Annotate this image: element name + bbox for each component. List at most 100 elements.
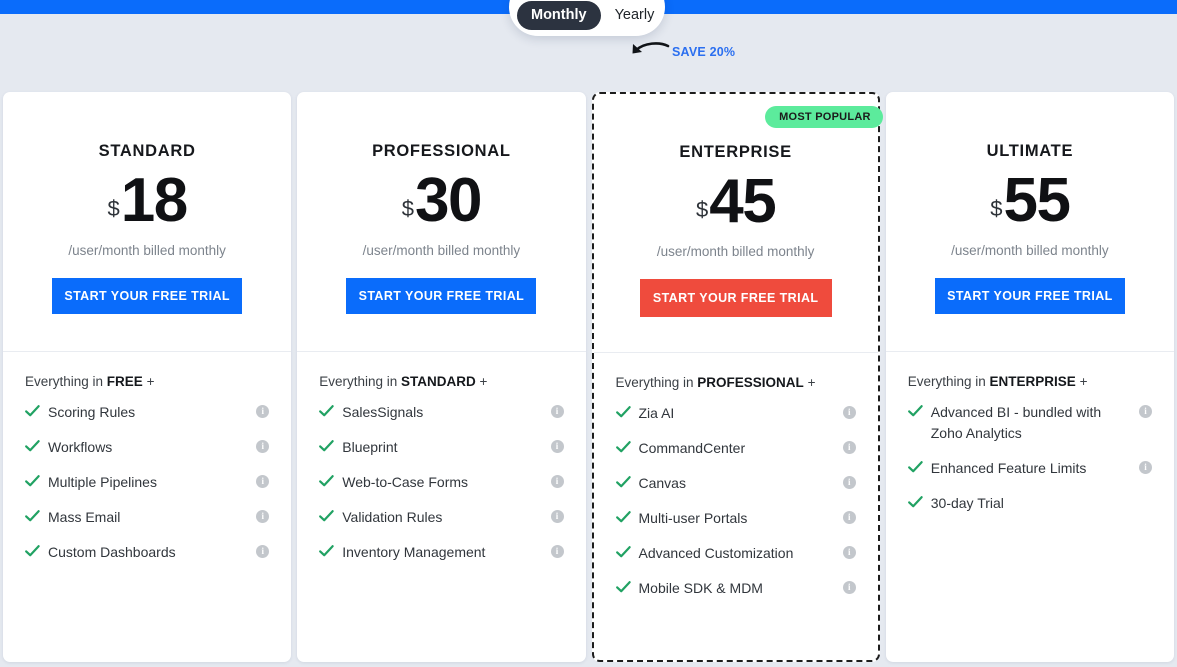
inherits-plan-name: PROFESSIONAL [697,375,804,390]
info-icon[interactable]: i [256,510,270,523]
feature-item: Mobile SDK & MDM i [615,578,856,599]
info-icon[interactable]: i [842,511,856,524]
feature-item: Blueprint i [319,437,564,458]
check-icon [25,474,40,492]
check-icon [25,509,40,527]
plan-slot: PROFESSIONAL $30/user/month billed monthl… [294,92,588,667]
pricing-plans-grid: STANDARD $18/user/month billed monthly STA… [0,92,1177,667]
feature-label: Blueprint [342,439,398,455]
billing-period-toggle[interactable]: Monthly Yearly [509,0,665,36]
info-icon[interactable]: i [842,546,856,559]
info-icon[interactable]: i [550,475,564,488]
feature-label: CommandCenter [638,440,746,456]
plan-title: PROFESSIONAL [372,142,511,160]
price-amount: 45 [709,166,776,236]
toggle-option-monthly[interactable]: Monthly [517,1,601,30]
pricing-card-enterprise: MOST POPULAR ENTERPRISE $45/user/month bil… [591,92,883,662]
inherits-suffix: + [475,374,488,389]
plan-header: ENTERPRISE $45/user/month billed monthly S… [593,94,878,353]
inherits-prefix: Everything in [319,374,402,389]
feature-label: Inventory Management [342,544,486,560]
check-icon [25,544,40,562]
feature-item: Mass Email i [25,507,270,528]
plan-features: Everything in STANDARD + SalesSignals i Blu… [297,352,585,662]
check-icon [319,439,334,457]
check-icon [615,475,631,493]
info-icon[interactable]: i [842,441,856,454]
feature-label: Multi-user Portals [638,510,748,526]
start-free-trial-button[interactable]: START YOUR FREE TRIAL [346,278,537,314]
billing-note: /user/month billed monthly [362,243,521,258]
plan-slot: STANDARD $18/user/month billed monthly STA… [0,92,294,667]
feature-item: Advanced BI - bundled with Zoho Analytic… [907,402,1152,444]
feature-label: 30-day Trial [930,495,1004,511]
info-icon[interactable]: i [842,476,856,489]
feature-item: Workflows i [25,437,270,458]
check-icon [25,404,40,422]
pricing-card-professional: PROFESSIONAL $30/user/month billed monthl… [297,92,586,662]
feature-label: Canvas [638,475,686,491]
feature-label: Advanced BI - bundled with Zoho Analytic… [930,404,1102,441]
check-icon [615,545,631,563]
plan-slot: ULTIMATE $55/user/month billed monthly STA… [883,92,1177,667]
feature-item: Multiple Pipelines i [25,472,270,493]
check-icon [615,405,631,423]
plan-features: Everything in PROFESSIONAL + Zia AI i Comma… [594,353,878,660]
start-free-trial-button[interactable]: START YOUR FREE TRIAL [934,278,1125,314]
feature-item: SalesSignals i [319,402,564,423]
info-icon[interactable]: i [1139,405,1152,418]
info-icon[interactable]: i [550,545,564,558]
info-icon[interactable]: i [256,545,270,558]
feature-label: Web-to-Case Forms [342,474,469,490]
info-icon[interactable]: i [256,405,270,418]
plan-price: $18 [3,165,291,235]
plan-header: STANDARD $18/user/month billed monthly STA… [3,92,292,352]
check-icon [907,404,923,422]
check-icon [319,509,334,527]
feature-list: Scoring Rules i Workflows i Multiple Pipelin… [25,402,270,563]
inherits-prefix: Everything in [25,374,107,389]
feature-label: Validation Rules [342,509,443,525]
check-icon [615,580,631,598]
feature-label: Multiple Pipelines [48,474,157,490]
info-icon[interactable]: i [550,510,564,523]
inherits-label: Everything in STANDARD + [319,374,563,389]
feature-label: Workflows [48,439,113,455]
feature-label: Zia AI [638,405,675,421]
feature-list: Advanced BI - bundled with Zoho Analytic… [907,402,1152,514]
info-icon[interactable]: i [842,581,856,594]
plan-slot: MOST POPULAR ENTERPRISE $45/user/month bil… [589,92,883,667]
info-icon[interactable]: i [550,405,564,418]
info-icon[interactable]: i [256,475,270,488]
check-icon [615,510,631,528]
inherits-prefix: Everything in [907,374,990,389]
plan-price: $45 [594,166,878,236]
plan-price: $30 [297,167,585,231]
feature-item: Zia AI i [615,403,856,424]
billing-note: /user/month billed monthly [656,244,815,259]
price-amount: 18 [120,165,188,235]
feature-list: Zia AI i CommandCenter i Canvas i Multi-user P… [615,403,856,599]
plan-header: ULTIMATE $55/user/month billed monthly STA… [885,92,1174,352]
feature-item: Web-to-Case Forms i [319,472,564,493]
inherits-label: Everything in FREE + [25,374,269,389]
feature-item: Advanced Customization i [615,543,856,564]
most-popular-badge: MOST POPULAR [765,106,883,128]
check-icon [319,404,334,422]
inherits-suffix: + [803,375,816,390]
toggle-option-yearly[interactable]: Yearly [605,1,665,30]
start-free-trial-button[interactable]: START YOUR FREE TRIAL [639,279,832,317]
info-icon[interactable]: i [842,406,856,419]
info-icon[interactable]: i [256,440,270,453]
currency-symbol: $ [401,196,415,221]
start-free-trial-button[interactable]: START YOUR FREE TRIAL [52,278,243,314]
info-icon[interactable]: i [1139,461,1152,474]
inherits-suffix: + [1075,374,1088,389]
feature-list: SalesSignals i Blueprint i Web-to-Case Forms… [319,402,564,563]
inherits-label: Everything in PROFESSIONAL + [616,375,856,390]
save-percentage-label: SAVE 20% [672,45,736,59]
plan-features: Everything in FREE + Scoring Rules i Workfl… [3,352,291,662]
inherits-plan-name: FREE [106,374,143,389]
plan-features: Everything in ENTERPRISE + Advanced BI - … [886,352,1174,662]
info-icon[interactable]: i [550,440,564,453]
